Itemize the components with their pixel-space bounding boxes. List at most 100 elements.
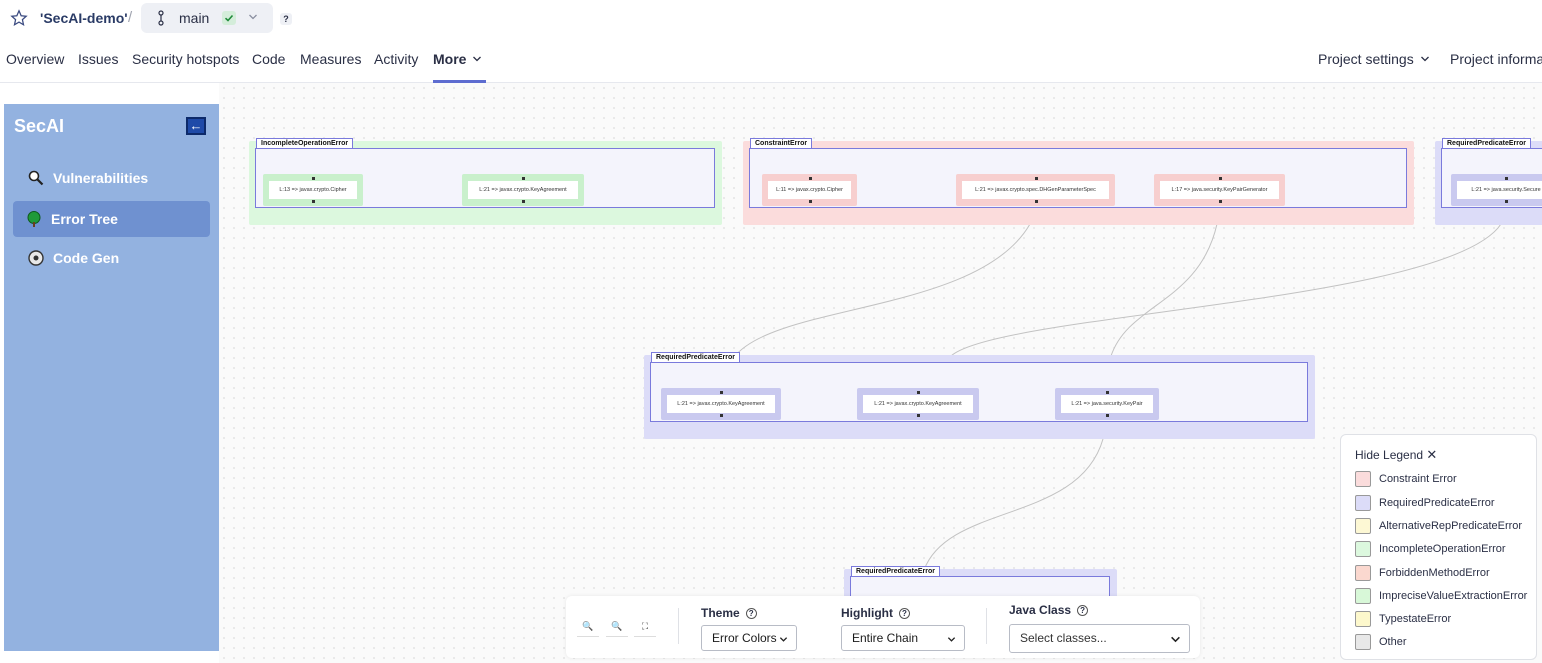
node-port <box>1505 200 1508 203</box>
highlight-select[interactable]: Entire Chain <box>841 625 965 651</box>
chevron-down-icon <box>1420 56 1429 62</box>
highlight-label: Highlight? <box>841 606 910 620</box>
project-name-link[interactable]: 'SecAI-demo' <box>40 10 128 26</box>
node-port <box>1034 200 1038 203</box>
help-icon[interactable]: ? <box>1077 605 1089 616</box>
theme-label-text: Theme <box>701 606 740 620</box>
hide-legend-label: Hide Legend <box>1355 448 1424 462</box>
legend-label: AlternativeRepPredicateError <box>1379 520 1523 532</box>
sidebar-item-code-gen[interactable]: Code Gen <box>13 240 210 276</box>
sidebar-item-error-tree[interactable]: Error Tree <box>13 201 210 237</box>
sidebar-item-vulnerabilities[interactable]: Vulnerabilities <box>13 160 210 196</box>
branch-name: main <box>179 10 210 26</box>
nav-activity[interactable]: Activity <box>374 51 418 67</box>
legend-label: RequiredPredicateError <box>1379 497 1495 509</box>
node-label: L:21 => javax.crypto.KeyAgreement <box>468 181 578 199</box>
error-node[interactable]: L:21 => java.security.KeyPair <box>1055 388 1159 420</box>
nav-more-label: More <box>433 51 467 67</box>
breadcrumb-separator: / <box>128 9 133 26</box>
hide-legend-button[interactable]: Hide Legend ✕ <box>1355 447 1437 463</box>
sidebar-item-label: Code Gen <box>53 250 120 266</box>
tree-icon <box>27 211 41 227</box>
node-port <box>1106 391 1109 394</box>
nav-more[interactable]: More <box>433 51 482 67</box>
nav-overview[interactable]: Overview <box>6 51 64 67</box>
error-group-required-predicate[interactable]: RequiredPredicateError L:21 => javax.cry… <box>644 352 1315 439</box>
legend-swatch <box>1355 541 1371 557</box>
error-group-incomplete-operation[interactable]: IncompleteOperationError L:13 => javax.c… <box>249 138 722 225</box>
error-node[interactable]: L:13 => javax.crypto.Cipher <box>263 174 363 206</box>
nav-measures[interactable]: Measures <box>300 51 361 67</box>
chevron-down-icon <box>947 637 956 642</box>
chevron-down-icon <box>249 14 257 20</box>
chevron-down-icon <box>1171 636 1180 643</box>
edge <box>1110 223 1218 357</box>
nav-code[interactable]: Code <box>252 51 285 67</box>
node-port <box>1034 177 1038 180</box>
java-class-select[interactable]: Select classes... <box>1009 624 1190 653</box>
node-port <box>522 177 525 180</box>
nav-project-information[interactable]: Project informat <box>1450 51 1542 67</box>
error-node[interactable]: L:21 => javax.crypto.KeyAgreement <box>462 174 584 206</box>
magnifier-icon <box>28 170 44 186</box>
legend-label: ImpreciseValueExtractionError <box>1379 590 1528 602</box>
nav-issues[interactable]: Issues <box>78 51 118 67</box>
help-icon[interactable]: ? <box>280 13 292 25</box>
node-port <box>720 414 723 417</box>
sidebar-item-label: Error Tree <box>51 211 118 227</box>
divider <box>986 608 987 644</box>
node-port <box>720 391 723 394</box>
nav-project-settings[interactable]: Project settings <box>1318 51 1430 67</box>
quality-gate-passed-icon <box>222 11 236 25</box>
node-label: L:17 => java.security.KeyPairGenerator <box>1160 181 1279 199</box>
chevron-down-icon <box>473 56 482 62</box>
project-nav: Overview Issues Security hotspots Code M… <box>0 36 1542 83</box>
error-node[interactable]: L:11 => javax.crypto.Cipher <box>762 174 857 206</box>
error-node[interactable]: L:21 => javax.crypto.spec.DHGenParameter… <box>956 174 1115 206</box>
branch-selector[interactable]: main <box>141 3 273 33</box>
close-icon: ✕ <box>1426 447 1438 462</box>
collapse-sidebar-button[interactable]: ← <box>186 117 206 135</box>
theme-label: Theme? <box>701 606 757 620</box>
node-port <box>1106 414 1109 417</box>
nav-security-hotspots[interactable]: Security hotspots <box>132 51 239 67</box>
star-icon[interactable] <box>10 9 28 27</box>
edge <box>923 438 1104 571</box>
error-group-constraint[interactable]: ConstraintError L:11 => javax.crypto.Cip… <box>743 138 1414 225</box>
gear-icon <box>28 250 44 266</box>
fit-view-button[interactable]: ⛶ <box>634 615 656 637</box>
group-title: IncompleteOperationError <box>256 138 354 149</box>
node-label: L:21 => javax.crypto.KeyAgreement <box>667 395 775 413</box>
error-node[interactable]: L:21 => java.security.Secure <box>1451 174 1542 206</box>
group-title: RequiredPredicateError <box>1442 138 1531 149</box>
node-port <box>522 200 525 203</box>
edge <box>950 223 1502 357</box>
legend-swatch <box>1355 495 1371 511</box>
node-port <box>1218 177 1222 180</box>
node-port <box>808 177 812 180</box>
node-port <box>917 391 920 394</box>
legend-swatch <box>1355 588 1371 604</box>
error-group-required-predicate[interactable]: RequiredPredicateError L:21 => java.secu… <box>1435 138 1542 225</box>
node-label: L:13 => javax.crypto.Cipher <box>269 181 357 199</box>
theme-select-value: Error Colors <box>712 631 777 645</box>
legend-label: ForbiddenMethodError <box>1379 567 1490 579</box>
legend-label: Other <box>1379 636 1407 648</box>
help-icon[interactable]: ? <box>745 608 757 619</box>
theme-select[interactable]: Error Colors <box>701 625 797 651</box>
chevron-down-icon <box>779 637 788 642</box>
java-class-label-text: Java Class <box>1009 603 1072 617</box>
node-label: L:21 => javax.crypto.spec.DHGenParameter… <box>962 181 1109 199</box>
node-port <box>917 414 920 417</box>
zoom-out-button[interactable]: 🔍 <box>606 615 628 637</box>
zoom-in-button[interactable]: 🔍 <box>577 615 599 637</box>
nav-project-settings-label: Project settings <box>1318 51 1414 67</box>
error-node[interactable]: L:21 => javax.crypto.KeyAgreement <box>857 388 979 420</box>
error-node[interactable]: L:21 => javax.crypto.KeyAgreement <box>661 388 781 420</box>
error-node[interactable]: L:17 => java.security.KeyPairGenerator <box>1154 174 1285 206</box>
help-icon[interactable]: ? <box>898 608 910 619</box>
legend-swatch <box>1355 565 1371 581</box>
highlight-label-text: Highlight <box>841 606 893 620</box>
legend-swatch <box>1355 471 1371 487</box>
group-title: RequiredPredicateError <box>651 352 740 363</box>
